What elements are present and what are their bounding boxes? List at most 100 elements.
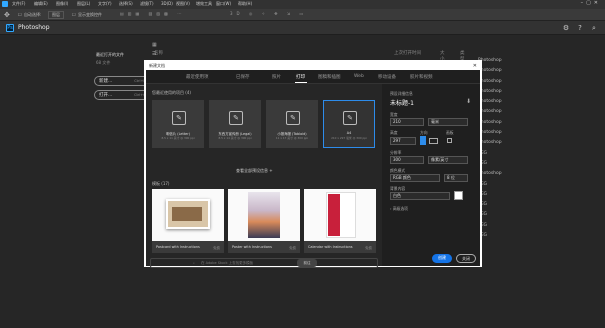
preset-card[interactable]: ✎ 东西方宣传册 (Legal) 8.5 x 14 英寸 @ 300 ppi	[209, 100, 261, 148]
menu-bar: 文件(F) 编辑(E) 图像(I) 图层(L) 文字(Y) 选择(S) 滤镜(T…	[0, 0, 605, 9]
gear-icon[interactable]: ⚙	[562, 24, 570, 32]
file-type-cell: PEG	[478, 212, 488, 218]
menu-type[interactable]: 文字(Y)	[98, 1, 112, 7]
width-unit-select[interactable]: 毫米	[428, 118, 468, 126]
menu-plugins[interactable]: 增效工具	[196, 1, 212, 7]
menu-layer[interactable]: 图层(L)	[77, 1, 90, 7]
menu-help[interactable]: 帮助(H)	[238, 1, 252, 7]
tab-art[interactable]: 图稿和插图	[318, 74, 341, 80]
preset-card[interactable]: ✎ 小报海报 (Tabloid) 11 x 17 英寸 @ 300 ppi	[266, 100, 318, 148]
width-input[interactable]: 210	[390, 118, 424, 126]
stock-search-bar[interactable]: ⌕ 在 Adobe Stock 上查找更多模板 前往	[150, 258, 378, 268]
preset-size: 210 x 297 毫米 @ 300 ppi	[331, 136, 367, 140]
view-all-presets-link[interactable]: 查看全部预设信息 +	[236, 168, 273, 174]
preset-browser: 您最近使用的项目 (4) ✎ 明信片 (Letter) 8.5 x 11 英寸 …	[146, 84, 382, 268]
menu-window[interactable]: 窗口(W)	[216, 1, 231, 7]
calendar-thumbnail	[304, 189, 376, 241]
new-document-dialog: 新建文档 ✕ 最近使用项 已保存 照片 打印 图稿和插图 Web 移动设备 胶片…	[146, 62, 480, 268]
template-card[interactable]: Postcard with Instructions 免费	[152, 189, 224, 253]
plus-icon: +	[269, 168, 273, 173]
bit-depth-select[interactable]: 8 位	[444, 174, 468, 182]
auto-select-mode[interactable]: 图层	[48, 11, 64, 19]
details-header: 预设详细信息	[390, 91, 413, 96]
new-file-button[interactable]: 新建... Ctrl+N	[94, 76, 150, 86]
home-header: Ps Photoshop ⚙ ? ⌕	[0, 21, 605, 35]
file-type-cell: Photoshop	[478, 78, 502, 84]
resolution-input[interactable]: 300	[390, 156, 424, 164]
advanced-options-label: 高级选项	[392, 206, 408, 211]
template-card[interactable]: Calendar with Instructions 免费	[304, 189, 376, 253]
recent-files-count: 68 文件	[96, 60, 111, 65]
3d-mode-icons[interactable]: 3D ◎ ✧ ✥ ⇲ ▭	[230, 11, 307, 16]
col-opened[interactable]: 上次打开时间	[394, 50, 421, 56]
save-preset-icon[interactable]: ⬇	[466, 98, 471, 105]
poster-thumbnail	[228, 189, 300, 241]
preset-size: 8.5 x 14 英寸 @ 300 ppi	[218, 136, 252, 140]
document-icon: ✎	[343, 111, 357, 125]
preset-name: A4	[346, 131, 352, 135]
help-icon[interactable]: ?	[576, 24, 584, 32]
menu-view[interactable]: 视图(V)	[176, 1, 190, 7]
template-card[interactable]: Poster with Instructions 免费	[228, 189, 300, 253]
open-file-button[interactable]: 打开... Ctrl+O	[94, 90, 150, 100]
file-type-cell: Photoshop	[478, 171, 502, 177]
tab-recent[interactable]: 最近使用项	[186, 74, 209, 80]
tab-film[interactable]: 胶片和视频	[410, 74, 433, 80]
preset-card[interactable]: ✎ 明信片 (Letter) 8.5 x 11 英寸 @ 300 ppi	[152, 100, 204, 148]
preset-tabs: 最近使用项 已保存 照片 打印 图稿和插图 Web 移动设备 胶片和视频	[146, 70, 480, 84]
preset-card-selected[interactable]: ✎ A4 210 x 297 毫米 @ 300 ppi	[323, 100, 375, 148]
ps-app-icon: Ps	[6, 24, 14, 32]
menu-3d[interactable]: 3D(D)	[161, 1, 173, 6]
height-input[interactable]: 297	[390, 137, 416, 145]
file-type-cell: Photoshop	[478, 109, 502, 115]
transform-checkbox[interactable]: ☐	[72, 12, 76, 17]
template-name: Calendar with Instructions	[308, 245, 353, 249]
advanced-options-toggle[interactable]: › 高级选项	[390, 206, 408, 212]
tab-saved[interactable]: 已保存	[236, 74, 250, 80]
landscape-icon[interactable]	[429, 138, 438, 144]
create-button[interactable]: 创建	[432, 254, 452, 263]
active-tab-indicator	[295, 82, 307, 83]
file-type-cell: PEG	[478, 202, 488, 208]
search-go-button[interactable]: 前往	[297, 259, 317, 267]
close-icon[interactable]: ✕	[473, 62, 477, 70]
file-type-cell: Photoshop	[478, 99, 502, 105]
close-button[interactable]: 关闭	[456, 254, 476, 263]
preset-details-panel: 预设详细信息 未标题-1 ⬇ 宽度 210 毫米 高度 方向 画板 297 分辨…	[384, 84, 480, 266]
file-type-cell: PEG	[478, 191, 488, 197]
tab-web[interactable]: Web	[354, 74, 364, 79]
auto-select-label: 自动选择:	[24, 12, 42, 17]
height-label: 高度	[390, 130, 398, 135]
col-name[interactable]: 名称	[154, 50, 163, 56]
move-tool-icon[interactable]: ✥	[4, 11, 10, 19]
menu-select[interactable]: 选择(S)	[119, 1, 133, 7]
artboard-checkbox[interactable]	[447, 138, 452, 143]
auto-select-checkbox[interactable]: ☐	[18, 12, 22, 17]
window-controls-icon[interactable]: –▢✕	[581, 0, 601, 6]
template-price: 免费	[365, 246, 372, 250]
tab-photo[interactable]: 照片	[272, 74, 281, 80]
align-icons[interactable]: ▤▥▦ ▧▨▩ ⋯	[120, 11, 185, 16]
recent-files-title: 最近打开的文件	[96, 52, 124, 57]
menu-image[interactable]: 图像(I)	[56, 1, 68, 7]
template-name: Postcard with Instructions	[156, 245, 200, 249]
portrait-icon[interactable]	[420, 136, 426, 145]
color-mode-select[interactable]: RGB 颜色	[390, 174, 440, 182]
tab-mobile[interactable]: 移动设备	[378, 74, 396, 80]
menu-file[interactable]: 文件(F)	[12, 1, 25, 7]
stock-search-placeholder: 在 Adobe Stock 上查找更多模板	[201, 261, 254, 265]
search-icon[interactable]: ⌕	[590, 24, 598, 32]
preset-size: 8.5 x 11 英寸 @ 300 ppi	[161, 136, 195, 140]
menu-filter[interactable]: 滤镜(T)	[140, 1, 154, 7]
background-select[interactable]: 白色	[390, 192, 450, 200]
file-type-cell: PEG	[478, 222, 488, 228]
document-name[interactable]: 未标题-1	[390, 98, 414, 107]
tab-print[interactable]: 打印	[296, 74, 305, 80]
template-name: Poster with Instructions	[232, 245, 272, 249]
background-color-swatch[interactable]	[454, 191, 463, 200]
templates-header: 模板 (17)	[152, 181, 170, 186]
grid-view-icon[interactable]: ▦	[152, 42, 157, 48]
resolution-unit-select[interactable]: 像素/英寸	[428, 156, 468, 164]
menu-edit[interactable]: 编辑(E)	[34, 1, 48, 7]
document-icon: ✎	[286, 111, 300, 125]
